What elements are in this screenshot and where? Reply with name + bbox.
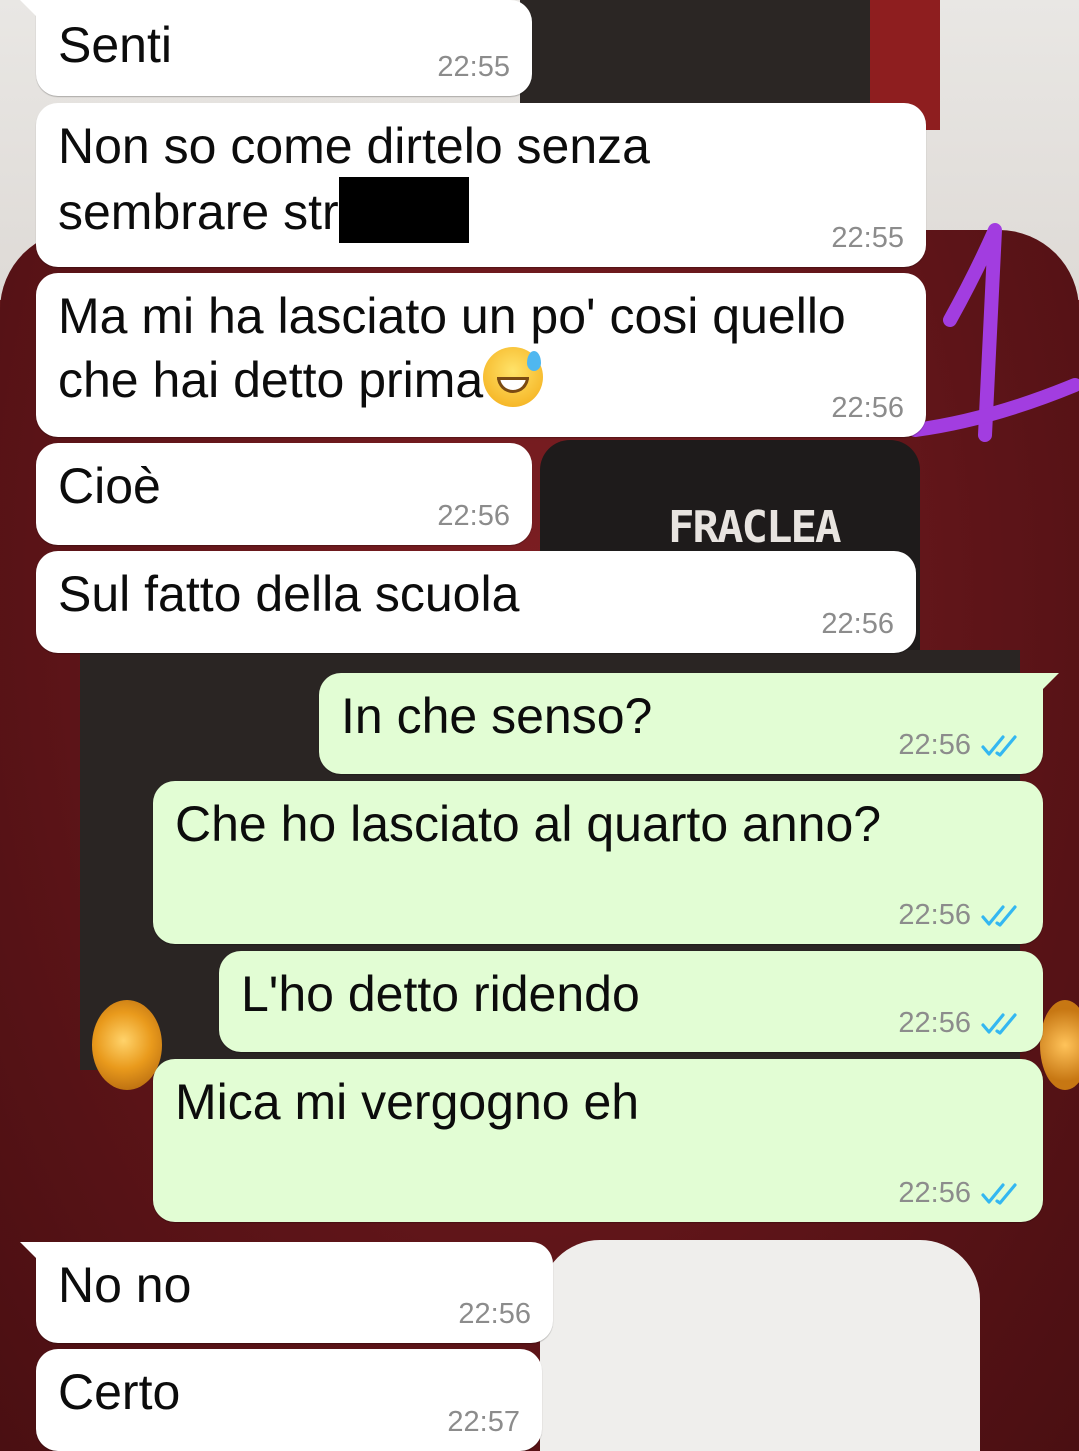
message-bubble-incoming[interactable]: Ma mi ha lasciato un po' cosi quello che… bbox=[36, 273, 926, 437]
message-bubble-outgoing[interactable]: L'ho detto ridendo 22:56 bbox=[219, 951, 1043, 1052]
wallpaper-lamp bbox=[92, 1000, 162, 1090]
message-time: 22:56 bbox=[898, 899, 971, 931]
message-time: 22:56 bbox=[458, 1298, 531, 1330]
message-meta: 22:56 bbox=[437, 500, 510, 533]
double-check-icon bbox=[981, 734, 1017, 757]
handwritten-mark-1 bbox=[908, 223, 1079, 442]
double-check-icon bbox=[981, 904, 1017, 927]
message-meta: 22:55 bbox=[437, 51, 510, 84]
message-text: Ma mi ha lasciato un po' cosi quello che… bbox=[58, 285, 904, 411]
message-meta: 22:56 bbox=[898, 1007, 1021, 1040]
message-time: 22:55 bbox=[831, 222, 904, 254]
message-bubble-incoming[interactable]: Non so come dirtelo senza sembrare str 2… bbox=[36, 103, 926, 267]
message-meta: 22:56 bbox=[831, 392, 904, 425]
message-bubble-incoming[interactable]: No no 22:56 bbox=[20, 1242, 553, 1343]
message-text-line: Non so come dirtelo senza bbox=[58, 118, 650, 174]
message-time: 22:56 bbox=[831, 392, 904, 424]
message-bubble-outgoing[interactable]: In che senso? 22:56 bbox=[319, 673, 1059, 774]
message-time: 22:56 bbox=[821, 608, 894, 640]
message-bubble-outgoing[interactable]: Mica mi vergogno eh 22:56 bbox=[153, 1059, 1043, 1222]
message-text-line: sembrare str bbox=[58, 184, 339, 240]
message-bubble-incoming[interactable]: Senti 22:55 bbox=[20, 0, 532, 96]
message-meta: 22:56 bbox=[898, 899, 1021, 932]
double-check-icon bbox=[981, 1012, 1017, 1035]
redaction-box bbox=[338, 177, 469, 243]
message-bubble-incoming[interactable]: Certo 22:57 bbox=[36, 1349, 542, 1451]
message-text: Non so come dirtelo senza sembrare str bbox=[58, 115, 904, 243]
message-text: Che ho lasciato al quarto anno? bbox=[175, 796, 882, 852]
message-meta: 22:56 bbox=[898, 1177, 1021, 1210]
message-time: 22:56 bbox=[898, 1177, 971, 1209]
message-time: 22:56 bbox=[898, 729, 971, 761]
message-meta: 22:55 bbox=[831, 222, 904, 255]
message-meta: 22:57 bbox=[447, 1406, 520, 1439]
message-time: 22:56 bbox=[898, 1007, 971, 1039]
message-bubble-outgoing[interactable]: Che ho lasciato al quarto anno? 22:56 bbox=[153, 781, 1043, 944]
message-text-line: Ma mi ha lasciato un po' cosi quello bbox=[58, 288, 846, 344]
wallpaper-lower-window bbox=[540, 1240, 980, 1451]
message-text: Mica mi vergogno eh bbox=[175, 1074, 640, 1130]
message-time: 22:56 bbox=[437, 500, 510, 532]
message-bubble-incoming[interactable]: Cioè 22:56 bbox=[36, 443, 532, 545]
message-bubble-incoming[interactable]: Sul fatto della scuola 22:56 bbox=[36, 551, 916, 653]
message-meta: 22:56 bbox=[821, 608, 894, 641]
double-check-icon bbox=[981, 1182, 1017, 1205]
message-time: 22:57 bbox=[447, 1406, 520, 1438]
message-text-line: che hai detto prima bbox=[58, 352, 484, 408]
message-time: 22:55 bbox=[437, 51, 510, 83]
message-text: Sul fatto della scuola bbox=[58, 566, 520, 622]
message-meta: 22:56 bbox=[458, 1298, 531, 1331]
message-meta: 22:56 bbox=[898, 729, 1021, 762]
grinning-sweat-emoji-icon bbox=[483, 347, 544, 407]
wallpaper-sign-text: FRACLEA bbox=[668, 502, 841, 553]
